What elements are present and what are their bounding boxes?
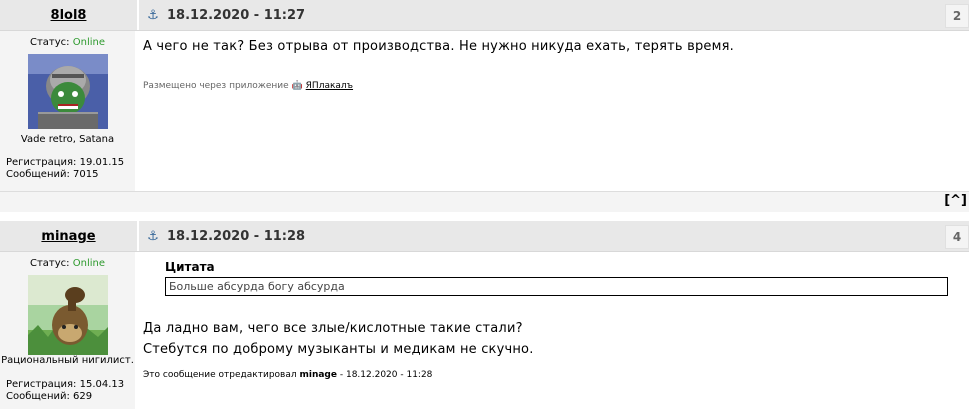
- edit-user: minage: [299, 370, 337, 380]
- post-number[interactable]: 4: [945, 225, 969, 249]
- post-body: Статус: Online Vade retro, Satana Регист…: [0, 31, 969, 191]
- registration-date: Регистрация: 15.04.13: [6, 379, 125, 390]
- post-text-line: Стебутся по доброму музыканты и медикам …: [143, 342, 534, 357]
- status-label: Статус:: [30, 37, 70, 48]
- post-text: Да ладно вам, чего все злые/кислотные та…: [143, 318, 969, 360]
- post-header: minage ⚓ 18.12.2020 - 11:28 4: [0, 221, 969, 252]
- status-online: Online: [72, 37, 105, 48]
- registration-date: Регистрация: 19.01.15: [6, 157, 125, 168]
- post-2: minage ⚓ 18.12.2020 - 11:28 4 Статус: On…: [0, 221, 969, 409]
- quote-title: Цитата: [165, 260, 215, 274]
- post-text-line: Да ладно вам, чего все злые/кислотные та…: [143, 321, 523, 336]
- post-footer: [^]: [0, 191, 969, 212]
- post-meta: ⚓ 18.12.2020 - 11:27 2: [139, 0, 969, 30]
- author-nick[interactable]: minage: [41, 229, 95, 244]
- post-body: Статус: Online Рациональный нигилист. Ре…: [0, 252, 969, 409]
- post-text: А чего не так? Без отрыва от производств…: [143, 39, 734, 54]
- author-stats: Регистрация: 19.01.15 Сообщений: 7015: [0, 157, 135, 181]
- anchor-icon[interactable]: ⚓: [145, 8, 161, 23]
- author-cell: minage: [0, 221, 139, 251]
- post-content: Цитата Больше абсурда богу абсурда Да ла…: [137, 252, 969, 409]
- post-content: А чего не так? Без отрыва от производств…: [137, 31, 969, 191]
- post-1: 8lol8 ⚓ 18.12.2020 - 11:27 2 Статус: Onl…: [0, 0, 969, 212]
- status-label: Статус:: [30, 258, 70, 269]
- android-icon: 🤖: [291, 81, 303, 91]
- back-to-top-link[interactable]: [^]: [944, 193, 967, 208]
- quote-block: Цитата Больше абсурда богу абсурда: [165, 260, 948, 296]
- quote-text: Больше абсурда богу абсурда: [165, 277, 948, 296]
- status-line: Статус: Online: [0, 37, 135, 48]
- edit-date: - 18.12.2020 - 11:28: [339, 370, 433, 380]
- message-count: Сообщений: 629: [6, 391, 93, 402]
- edit-note: Это сообщение отредактировал minage - 18…: [143, 370, 969, 380]
- post-meta: ⚓ 18.12.2020 - 11:28 4: [139, 221, 969, 251]
- status-line: Статус: Online: [0, 258, 135, 269]
- post-separator: [0, 212, 969, 221]
- app-link[interactable]: ЯПлакалъ: [306, 81, 353, 91]
- author-nick[interactable]: 8lol8: [51, 8, 87, 23]
- edit-prefix: Это сообщение отредактировал: [143, 370, 297, 380]
- author-sidebar: Статус: Online Рациональный нигилист. Ре…: [0, 252, 137, 409]
- post-header: 8lol8 ⚓ 18.12.2020 - 11:27 2: [0, 0, 969, 31]
- post-date: 18.12.2020 - 11:28: [167, 228, 306, 244]
- author-cell: 8lol8: [0, 0, 139, 30]
- author-sidebar: Статус: Online Vade retro, Satana Регист…: [0, 31, 137, 191]
- posted-via-label: Размещено через приложение: [143, 81, 289, 91]
- author-stats: Регистрация: 15.04.13 Сообщений: 629: [0, 379, 135, 403]
- signature: Рациональный нигилист.: [1, 355, 134, 366]
- signature: Vade retro, Satana: [20, 134, 115, 145]
- posted-via: Размещено через приложение 🤖 ЯПлакалъ: [143, 81, 969, 91]
- status-online: Online: [72, 258, 105, 269]
- message-count: Сообщений: 7015: [6, 169, 99, 180]
- post-date: 18.12.2020 - 11:27: [167, 7, 306, 23]
- avatar[interactable]: [27, 275, 108, 355]
- avatar[interactable]: [27, 54, 108, 129]
- anchor-icon[interactable]: ⚓: [145, 229, 161, 244]
- post-number[interactable]: 2: [945, 4, 969, 28]
